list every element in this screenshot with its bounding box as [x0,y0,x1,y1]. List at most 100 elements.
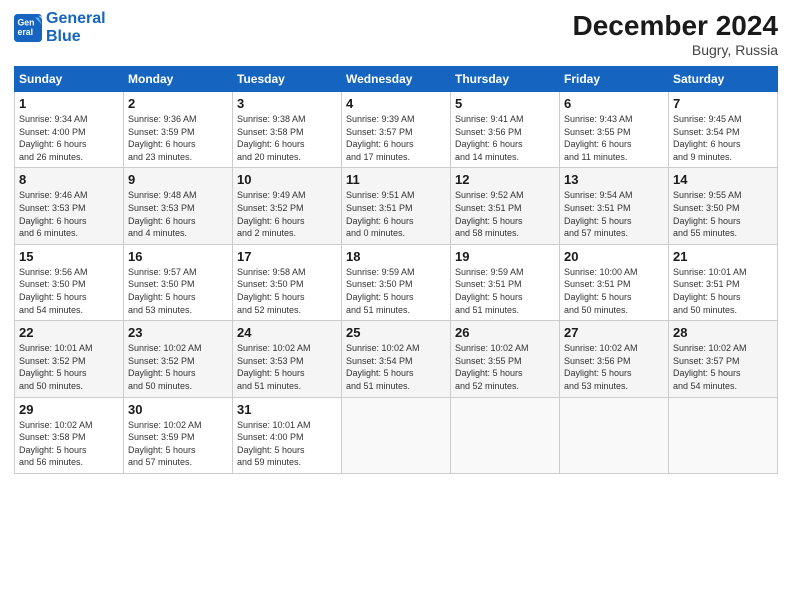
day-number: 26 [455,325,555,340]
calendar-cell: 11Sunrise: 9:51 AM Sunset: 3:51 PM Dayli… [342,168,451,244]
day-info: Sunrise: 10:01 AM Sunset: 4:00 PM Daylig… [237,419,337,469]
day-number: 22 [19,325,119,340]
day-number: 17 [237,249,337,264]
calendar-cell: 9Sunrise: 9:48 AM Sunset: 3:53 PM Daylig… [124,168,233,244]
day-info: Sunrise: 10:02 AM Sunset: 3:56 PM Daylig… [564,342,664,392]
day-number: 13 [564,172,664,187]
calendar-cell: 4 Sunrise: 9:39 AM Sunset: 3:57 PM Daylig… [342,92,451,168]
calendar-cell: 31Sunrise: 10:01 AM Sunset: 4:00 PM Dayl… [233,397,342,473]
header: Gen eral General Blue December 2024 Bugr… [14,10,778,58]
day-number: 8 [19,172,119,187]
calendar-cell: 27Sunrise: 10:02 AM Sunset: 3:56 PM Dayl… [560,321,669,397]
day-info: Sunrise: 10:02 AM Sunset: 3:58 PM Daylig… [19,419,119,469]
calendar-cell: 5 Sunrise: 9:41 AM Sunset: 3:56 PM Daylig… [451,92,560,168]
calendar-cell: 1Sunrise: 9:34 AM Sunset: 4:00 PM Daylig… [15,92,124,168]
calendar-cell: 25Sunrise: 10:02 AM Sunset: 3:54 PM Dayl… [342,321,451,397]
calendar-cell: 18 Sunrise: 9:59 AM Sunset: 3:50 PM Dayli… [342,244,451,320]
day-number: 23 [128,325,228,340]
day-number: 11 [346,172,446,187]
day-info: Sunrise: 9:58 AM Sunset: 3:50 PM Dayligh… [237,266,337,316]
day-number: 28 [673,325,773,340]
day-number: 21 [673,249,773,264]
weekday-header-tuesday: Tuesday [233,67,342,92]
day-number: 20 [564,249,664,264]
calendar-cell: 28 Sunrise: 10:02 AM Sunset: 3:57 PM Dayl… [669,321,778,397]
calendar-cell: 7Sunrise: 9:45 AM Sunset: 3:54 PM Daylig… [669,92,778,168]
weekday-header-monday: Monday [124,67,233,92]
calendar-cell: 13 Sunrise: 9:54 AM Sunset: 3:51 PM Dayli… [560,168,669,244]
day-info: Sunrise: 10:02 AM Sunset: 3:53 PM Daylig… [237,342,337,392]
calendar-cell: 15 Sunrise: 9:56 AM Sunset: 3:50 PM Dayli… [15,244,124,320]
day-info: Sunrise: 9:56 AM Sunset: 3:50 PM Dayligh… [19,266,119,316]
day-info: Sunrise: 9:45 AM Sunset: 3:54 PM Dayligh… [673,113,773,163]
calendar-cell: 20 Sunrise: 10:00 AM Sunset: 3:51 PM Dayl… [560,244,669,320]
day-number: 19 [455,249,555,264]
calendar-cell [669,397,778,473]
calendar-cell: 23 Sunrise: 10:02 AM Sunset: 3:52 PM Dayl… [124,321,233,397]
calendar-cell [560,397,669,473]
calendar-cell [342,397,451,473]
calendar-cell: 10 Sunrise: 9:49 AM Sunset: 3:52 PM Dayli… [233,168,342,244]
weekday-header-wednesday: Wednesday [342,67,451,92]
weekday-header-friday: Friday [560,67,669,92]
calendar-cell: 22Sunrise: 10:01 AM Sunset: 3:52 PM Dayl… [15,321,124,397]
calendar-cell: 19Sunrise: 9:59 AM Sunset: 3:51 PM Dayli… [451,244,560,320]
day-number: 30 [128,402,228,417]
day-info: Sunrise: 10:01 AM Sunset: 3:51 PM Daylig… [673,266,773,316]
logo: Gen eral General Blue [14,10,106,45]
week-row-3: 15 Sunrise: 9:56 AM Sunset: 3:50 PM Dayli… [15,244,778,320]
calendar-cell: 29 Sunrise: 10:02 AM Sunset: 3:58 PM Dayl… [15,397,124,473]
day-info: Sunrise: 9:54 AM Sunset: 3:51 PM Dayligh… [564,189,664,239]
day-number: 29 [19,402,119,417]
calendar-cell: 16 Sunrise: 9:57 AM Sunset: 3:50 PM Dayli… [124,244,233,320]
title-block: December 2024 Bugry, Russia [573,10,778,58]
day-number: 16 [128,249,228,264]
day-number: 18 [346,249,446,264]
calendar-table: SundayMondayTuesdayWednesdayThursdayFrid… [14,66,778,474]
day-info: Sunrise: 9:38 AM Sunset: 3:58 PM Dayligh… [237,113,337,163]
week-row-2: 8Sunrise: 9:46 AM Sunset: 3:53 PM Daylig… [15,168,778,244]
day-info: Sunrise: 9:43 AM Sunset: 3:55 PM Dayligh… [564,113,664,163]
day-number: 1 [19,96,119,111]
day-info: Sunrise: 9:57 AM Sunset: 3:50 PM Dayligh… [128,266,228,316]
day-info: Sunrise: 10:02 AM Sunset: 3:54 PM Daylig… [346,342,446,392]
calendar-cell: 6 Sunrise: 9:43 AM Sunset: 3:55 PM Daylig… [560,92,669,168]
subtitle: Bugry, Russia [573,42,778,58]
day-number: 5 [455,96,555,111]
calendar-cell [451,397,560,473]
calendar-cell: 12 Sunrise: 9:52 AM Sunset: 3:51 PM Dayli… [451,168,560,244]
day-info: Sunrise: 10:02 AM Sunset: 3:55 PM Daylig… [455,342,555,392]
day-info: Sunrise: 9:49 AM Sunset: 3:52 PM Dayligh… [237,189,337,239]
weekday-header-row: SundayMondayTuesdayWednesdayThursdayFrid… [15,67,778,92]
calendar-cell: 14Sunrise: 9:55 AM Sunset: 3:50 PM Dayli… [669,168,778,244]
day-number: 2 [128,96,228,111]
day-info: Sunrise: 9:41 AM Sunset: 3:56 PM Dayligh… [455,113,555,163]
main-container: Gen eral General Blue December 2024 Bugr… [0,0,792,612]
calendar-cell: 21 Sunrise: 10:01 AM Sunset: 3:51 PM Dayl… [669,244,778,320]
svg-text:Gen: Gen [18,17,35,27]
day-number: 24 [237,325,337,340]
calendar-cell: 8Sunrise: 9:46 AM Sunset: 3:53 PM Daylig… [15,168,124,244]
day-info: Sunrise: 9:52 AM Sunset: 3:51 PM Dayligh… [455,189,555,239]
day-number: 9 [128,172,228,187]
calendar-cell: 30Sunrise: 10:02 AM Sunset: 3:59 PM Dayl… [124,397,233,473]
day-number: 6 [564,96,664,111]
day-info: Sunrise: 9:59 AM Sunset: 3:50 PM Dayligh… [346,266,446,316]
day-info: Sunrise: 10:00 AM Sunset: 3:51 PM Daylig… [564,266,664,316]
calendar-cell: 3 Sunrise: 9:38 AM Sunset: 3:58 PM Daylig… [233,92,342,168]
weekday-header-thursday: Thursday [451,67,560,92]
day-number: 3 [237,96,337,111]
day-number: 4 [346,96,446,111]
day-info: Sunrise: 9:39 AM Sunset: 3:57 PM Dayligh… [346,113,446,163]
day-number: 15 [19,249,119,264]
day-info: Sunrise: 10:02 AM Sunset: 3:52 PM Daylig… [128,342,228,392]
calendar-body: 1Sunrise: 9:34 AM Sunset: 4:00 PM Daylig… [15,92,778,474]
day-number: 10 [237,172,337,187]
week-row-1: 1Sunrise: 9:34 AM Sunset: 4:00 PM Daylig… [15,92,778,168]
day-number: 12 [455,172,555,187]
svg-text:eral: eral [18,27,34,37]
day-info: Sunrise: 9:55 AM Sunset: 3:50 PM Dayligh… [673,189,773,239]
calendar-cell: 2Sunrise: 9:36 AM Sunset: 3:59 PM Daylig… [124,92,233,168]
calendar-cell: 26 Sunrise: 10:02 AM Sunset: 3:55 PM Dayl… [451,321,560,397]
day-info: Sunrise: 10:02 AM Sunset: 3:57 PM Daylig… [673,342,773,392]
